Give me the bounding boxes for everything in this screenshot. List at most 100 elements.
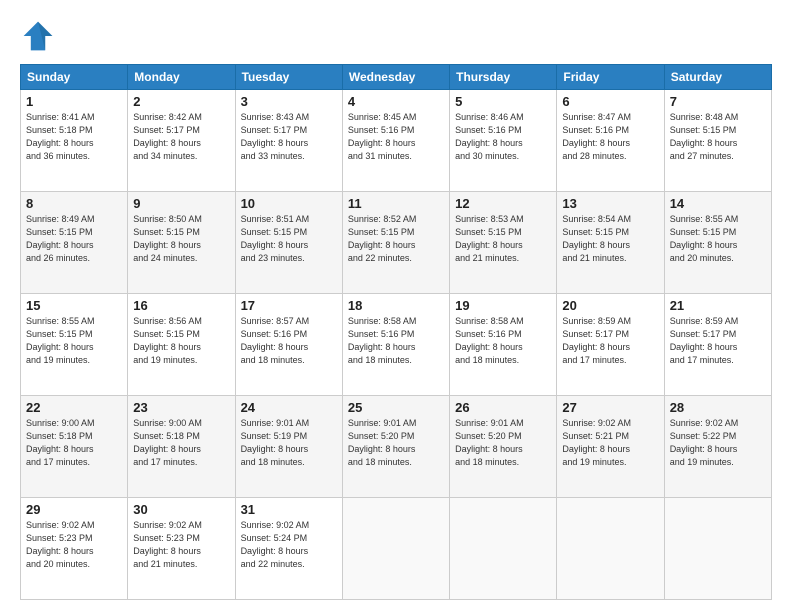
day-info: Sunrise: 9:01 AM Sunset: 5:20 PM Dayligh… xyxy=(348,417,444,469)
calendar-row-1: 8Sunrise: 8:49 AM Sunset: 5:15 PM Daylig… xyxy=(21,192,772,294)
day-number: 11 xyxy=(348,196,444,211)
day-info: Sunrise: 8:52 AM Sunset: 5:15 PM Dayligh… xyxy=(348,213,444,265)
day-number: 29 xyxy=(26,502,122,517)
calendar-row-4: 29 Sunrise: 9:02 AM Sunset: 5:23 PM Dayli… xyxy=(21,498,772,600)
calendar-row-3: 22 Sunrise: 9:00 AM Sunset: 5:18 PM Dayli… xyxy=(21,396,772,498)
calendar-col-saturday: Saturday xyxy=(664,65,771,90)
day-number: 18 xyxy=(348,298,444,313)
day-info: Sunrise: 8:59 AM Sunset: 5:17 PM Dayligh… xyxy=(562,315,658,367)
calendar-cell: 18 Sunrise: 8:58 AM Sunset: 5:16 PM Dayli… xyxy=(342,294,449,396)
calendar-cell: 2 Sunrise: 8:42 AM Sunset: 5:17 PM Daylig… xyxy=(128,90,235,192)
calendar-cell: 28 Sunrise: 9:02 AM Sunset: 5:22 PM Dayli… xyxy=(664,396,771,498)
day-number: 5 xyxy=(455,94,551,109)
day-number: 28 xyxy=(670,400,766,415)
day-number: 22 xyxy=(26,400,122,415)
day-number: 27 xyxy=(562,400,658,415)
day-info: Sunrise: 9:02 AM Sunset: 5:22 PM Dayligh… xyxy=(670,417,766,469)
day-info: Sunrise: 8:51 AM Sunset: 5:15 PM Dayligh… xyxy=(241,213,337,265)
day-info: Sunrise: 9:02 AM Sunset: 5:24 PM Dayligh… xyxy=(241,519,337,571)
day-number: 13 xyxy=(562,196,658,211)
day-number: 10 xyxy=(241,196,337,211)
day-info: Sunrise: 8:45 AM Sunset: 5:16 PM Dayligh… xyxy=(348,111,444,163)
day-info: Sunrise: 8:53 AM Sunset: 5:15 PM Dayligh… xyxy=(455,213,551,265)
calendar-cell xyxy=(664,498,771,600)
calendar-cell: 14Sunrise: 8:55 AM Sunset: 5:15 PM Dayli… xyxy=(664,192,771,294)
day-info: Sunrise: 9:02 AM Sunset: 5:23 PM Dayligh… xyxy=(26,519,122,571)
day-info: Sunrise: 8:43 AM Sunset: 5:17 PM Dayligh… xyxy=(241,111,337,163)
day-number: 23 xyxy=(133,400,229,415)
day-number: 8 xyxy=(26,196,122,211)
calendar-cell: 15 Sunrise: 8:55 AM Sunset: 5:15 PM Dayli… xyxy=(21,294,128,396)
calendar-cell: 3 Sunrise: 8:43 AM Sunset: 5:17 PM Daylig… xyxy=(235,90,342,192)
day-number: 12 xyxy=(455,196,551,211)
day-number: 19 xyxy=(455,298,551,313)
day-info: Sunrise: 8:58 AM Sunset: 5:16 PM Dayligh… xyxy=(348,315,444,367)
day-number: 1 xyxy=(26,94,122,109)
calendar-col-tuesday: Tuesday xyxy=(235,65,342,90)
day-number: 6 xyxy=(562,94,658,109)
calendar-cell xyxy=(342,498,449,600)
calendar-cell xyxy=(557,498,664,600)
calendar-cell: 16 Sunrise: 8:56 AM Sunset: 5:15 PM Dayli… xyxy=(128,294,235,396)
day-info: Sunrise: 9:01 AM Sunset: 5:20 PM Dayligh… xyxy=(455,417,551,469)
day-number: 20 xyxy=(562,298,658,313)
day-number: 15 xyxy=(26,298,122,313)
calendar-cell: 11 Sunrise: 8:52 AM Sunset: 5:15 PM Dayli… xyxy=(342,192,449,294)
day-number: 2 xyxy=(133,94,229,109)
calendar-cell: 9 Sunrise: 8:50 AM Sunset: 5:15 PM Daylig… xyxy=(128,192,235,294)
day-number: 21 xyxy=(670,298,766,313)
calendar-cell: 5Sunrise: 8:46 AM Sunset: 5:16 PM Daylig… xyxy=(450,90,557,192)
calendar-cell: 21Sunrise: 8:59 AM Sunset: 5:17 PM Dayli… xyxy=(664,294,771,396)
logo xyxy=(20,18,62,54)
day-number: 4 xyxy=(348,94,444,109)
day-number: 14 xyxy=(670,196,766,211)
calendar-col-wednesday: Wednesday xyxy=(342,65,449,90)
calendar-cell: 13 Sunrise: 8:54 AM Sunset: 5:15 PM Dayli… xyxy=(557,192,664,294)
logo-icon xyxy=(20,18,56,54)
calendar-cell: 25 Sunrise: 9:01 AM Sunset: 5:20 PM Dayli… xyxy=(342,396,449,498)
page: SundayMondayTuesdayWednesdayThursdayFrid… xyxy=(0,0,792,612)
day-info: Sunrise: 9:02 AM Sunset: 5:23 PM Dayligh… xyxy=(133,519,229,571)
day-info: Sunrise: 8:42 AM Sunset: 5:17 PM Dayligh… xyxy=(133,111,229,163)
calendar-cell xyxy=(450,498,557,600)
calendar-cell: 4 Sunrise: 8:45 AM Sunset: 5:16 PM Daylig… xyxy=(342,90,449,192)
day-number: 24 xyxy=(241,400,337,415)
calendar-col-monday: Monday xyxy=(128,65,235,90)
header xyxy=(20,18,772,54)
calendar-cell: 31Sunrise: 9:02 AM Sunset: 5:24 PM Dayli… xyxy=(235,498,342,600)
day-info: Sunrise: 9:00 AM Sunset: 5:18 PM Dayligh… xyxy=(133,417,229,469)
calendar-cell: 10 Sunrise: 8:51 AM Sunset: 5:15 PM Dayli… xyxy=(235,192,342,294)
day-info: Sunrise: 8:47 AM Sunset: 5:16 PM Dayligh… xyxy=(562,111,658,163)
calendar-cell: 20 Sunrise: 8:59 AM Sunset: 5:17 PM Dayli… xyxy=(557,294,664,396)
calendar-cell: 22Sunrise: 9:00 AM Sunset: 5:18 PM Dayli… xyxy=(21,396,128,498)
calendar-cell: 19 Sunrise: 8:58 AM Sunset: 5:16 PM Dayli… xyxy=(450,294,557,396)
calendar-cell: 17 Sunrise: 8:57 AM Sunset: 5:16 PM Dayli… xyxy=(235,294,342,396)
day-number: 7 xyxy=(670,94,766,109)
day-info: Sunrise: 8:54 AM Sunset: 5:15 PM Dayligh… xyxy=(562,213,658,265)
day-info: Sunrise: 8:56 AM Sunset: 5:15 PM Dayligh… xyxy=(133,315,229,367)
calendar-row-0: 1Sunrise: 8:41 AM Sunset: 5:18 PM Daylig… xyxy=(21,90,772,192)
day-number: 26 xyxy=(455,400,551,415)
day-info: Sunrise: 9:01 AM Sunset: 5:19 PM Dayligh… xyxy=(241,417,337,469)
day-number: 17 xyxy=(241,298,337,313)
calendar-col-friday: Friday xyxy=(557,65,664,90)
calendar-cell: 29 Sunrise: 9:02 AM Sunset: 5:23 PM Dayli… xyxy=(21,498,128,600)
calendar-cell: 24 Sunrise: 9:01 AM Sunset: 5:19 PM Dayli… xyxy=(235,396,342,498)
calendar-cell: 26 Sunrise: 9:01 AM Sunset: 5:20 PM Dayli… xyxy=(450,396,557,498)
day-number: 3 xyxy=(241,94,337,109)
day-info: Sunrise: 8:48 AM Sunset: 5:15 PM Dayligh… xyxy=(670,111,766,163)
calendar-cell: 23 Sunrise: 9:00 AM Sunset: 5:18 PM Dayli… xyxy=(128,396,235,498)
day-info: Sunrise: 8:57 AM Sunset: 5:16 PM Dayligh… xyxy=(241,315,337,367)
calendar-cell: 8Sunrise: 8:49 AM Sunset: 5:15 PM Daylig… xyxy=(21,192,128,294)
calendar-cell: 6 Sunrise: 8:47 AM Sunset: 5:16 PM Daylig… xyxy=(557,90,664,192)
calendar-cell: 7 Sunrise: 8:48 AM Sunset: 5:15 PM Daylig… xyxy=(664,90,771,192)
day-number: 9 xyxy=(133,196,229,211)
day-number: 16 xyxy=(133,298,229,313)
calendar-cell: 12 Sunrise: 8:53 AM Sunset: 5:15 PM Dayli… xyxy=(450,192,557,294)
day-info: Sunrise: 8:55 AM Sunset: 5:15 PM Dayligh… xyxy=(26,315,122,367)
day-number: 25 xyxy=(348,400,444,415)
day-number: 30 xyxy=(133,502,229,517)
day-info: Sunrise: 8:50 AM Sunset: 5:15 PM Dayligh… xyxy=(133,213,229,265)
calendar-cell: 27Sunrise: 9:02 AM Sunset: 5:21 PM Dayli… xyxy=(557,396,664,498)
day-info: Sunrise: 8:58 AM Sunset: 5:16 PM Dayligh… xyxy=(455,315,551,367)
